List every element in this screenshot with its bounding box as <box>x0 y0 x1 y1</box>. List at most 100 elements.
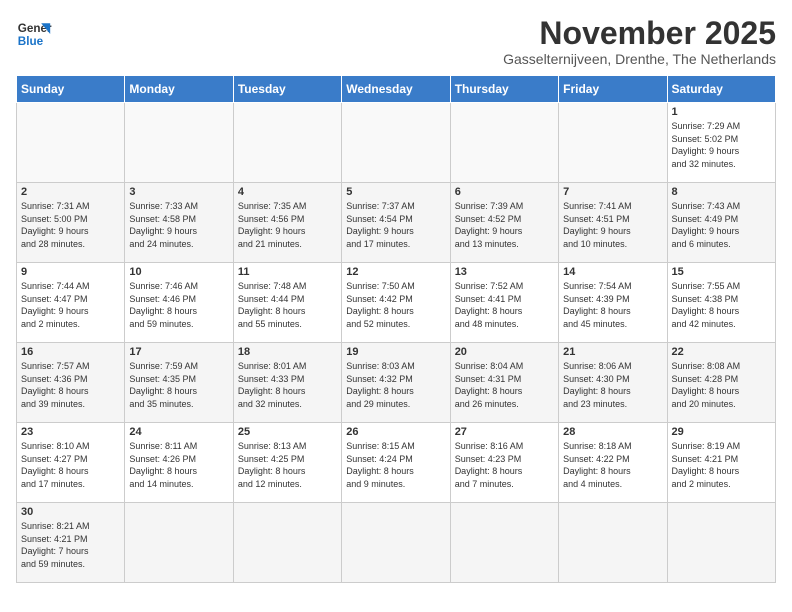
day-number: 4 <box>238 186 337 198</box>
day-info: Sunrise: 8:08 AM Sunset: 4:28 PM Dayligh… <box>672 360 771 410</box>
day-cell <box>125 503 233 583</box>
day-info: Sunrise: 8:18 AM Sunset: 4:22 PM Dayligh… <box>563 440 662 490</box>
day-info: Sunrise: 7:48 AM Sunset: 4:44 PM Dayligh… <box>238 280 337 330</box>
day-cell: 18Sunrise: 8:01 AM Sunset: 4:33 PM Dayli… <box>233 343 341 423</box>
day-cell: 8 Sunrise: 7:43 AM Sunset: 4:49 PM Daylig… <box>667 183 775 263</box>
week-row-2: 2 Sunrise: 7:31 AM Sunset: 5:00 PM Daylig… <box>17 183 776 263</box>
day-cell: 24 Sunrise: 8:11 AM Sunset: 4:26 PM Dayli… <box>125 423 233 503</box>
day-cell <box>450 503 558 583</box>
day-number: 29 <box>672 426 771 438</box>
day-info: Sunrise: 8:21 AM Sunset: 4:21 PM Dayligh… <box>21 520 120 570</box>
weekday-header-friday: Friday <box>559 76 667 103</box>
day-cell: 25 Sunrise: 8:13 AM Sunset: 4:25 PM Dayli… <box>233 423 341 503</box>
day-info: Sunrise: 7:41 AM Sunset: 4:51 PM Dayligh… <box>563 200 662 250</box>
day-number: 17 <box>129 346 228 358</box>
day-cell: 15 Sunrise: 7:55 AM Sunset: 4:38 PM Dayli… <box>667 263 775 343</box>
day-cell: 17 Sunrise: 7:59 AM Sunset: 4:35 PM Dayli… <box>125 343 233 423</box>
day-number: 25 <box>238 426 337 438</box>
day-cell: 20 Sunrise: 8:04 AM Sunset: 4:31 PM Dayli… <box>450 343 558 423</box>
day-number: 16 <box>21 346 120 358</box>
day-info: Sunrise: 8:16 AM Sunset: 4:23 PM Dayligh… <box>455 440 554 490</box>
week-row-3: 9Sunrise: 7:44 AM Sunset: 4:47 PM Daylig… <box>17 263 776 343</box>
day-cell <box>233 503 341 583</box>
day-cell: 14Sunrise: 7:54 AM Sunset: 4:39 PM Dayli… <box>559 263 667 343</box>
calendar-table: SundayMondayTuesdayWednesdayThursdayFrid… <box>16 75 776 583</box>
day-info: Sunrise: 7:33 AM Sunset: 4:58 PM Dayligh… <box>129 200 228 250</box>
day-number: 19 <box>346 346 445 358</box>
day-number: 1 <box>672 106 771 118</box>
day-number: 15 <box>672 266 771 278</box>
day-cell <box>125 103 233 183</box>
day-number: 22 <box>672 346 771 358</box>
day-cell: 29 Sunrise: 8:19 AM Sunset: 4:21 PM Dayli… <box>667 423 775 503</box>
day-number: 11 <box>238 266 337 278</box>
day-number: 7 <box>563 186 662 198</box>
day-cell <box>450 103 558 183</box>
month-title: November 2025 <box>503 16 776 51</box>
day-cell: 9Sunrise: 7:44 AM Sunset: 4:47 PM Daylig… <box>17 263 125 343</box>
day-info: Sunrise: 7:57 AM Sunset: 4:36 PM Dayligh… <box>21 360 120 410</box>
day-cell: 11 Sunrise: 7:48 AM Sunset: 4:44 PM Dayli… <box>233 263 341 343</box>
day-info: Sunrise: 8:13 AM Sunset: 4:25 PM Dayligh… <box>238 440 337 490</box>
day-info: Sunrise: 8:03 AM Sunset: 4:32 PM Dayligh… <box>346 360 445 410</box>
day-number: 10 <box>129 266 228 278</box>
weekday-header-tuesday: Tuesday <box>233 76 341 103</box>
day-info: Sunrise: 7:50 AM Sunset: 4:42 PM Dayligh… <box>346 280 445 330</box>
day-cell: 30 Sunrise: 8:21 AM Sunset: 4:21 PM Dayli… <box>17 503 125 583</box>
day-number: 9 <box>21 266 120 278</box>
day-info: Sunrise: 8:19 AM Sunset: 4:21 PM Dayligh… <box>672 440 771 490</box>
day-number: 24 <box>129 426 228 438</box>
day-number: 6 <box>455 186 554 198</box>
day-cell: 5 Sunrise: 7:37 AM Sunset: 4:54 PM Daylig… <box>342 183 450 263</box>
day-number: 27 <box>455 426 554 438</box>
day-number: 23 <box>21 426 120 438</box>
week-row-1: 1Sunrise: 7:29 AM Sunset: 5:02 PM Daylig… <box>17 103 776 183</box>
day-number: 21 <box>563 346 662 358</box>
subtitle: Gasselternijveen, Drenthe, The Netherlan… <box>503 51 776 67</box>
day-cell: 2 Sunrise: 7:31 AM Sunset: 5:00 PM Daylig… <box>17 183 125 263</box>
logo-icon: General Blue <box>16 16 52 52</box>
day-cell: 21Sunrise: 8:06 AM Sunset: 4:30 PM Dayli… <box>559 343 667 423</box>
week-row-4: 16 Sunrise: 7:57 AM Sunset: 4:36 PM Dayli… <box>17 343 776 423</box>
day-info: Sunrise: 8:15 AM Sunset: 4:24 PM Dayligh… <box>346 440 445 490</box>
day-cell: 4Sunrise: 7:35 AM Sunset: 4:56 PM Daylig… <box>233 183 341 263</box>
week-row-6: 30 Sunrise: 8:21 AM Sunset: 4:21 PM Dayli… <box>17 503 776 583</box>
weekday-header-saturday: Saturday <box>667 76 775 103</box>
day-cell <box>17 103 125 183</box>
day-cell: 6 Sunrise: 7:39 AM Sunset: 4:52 PM Daylig… <box>450 183 558 263</box>
day-cell: 28Sunrise: 8:18 AM Sunset: 4:22 PM Dayli… <box>559 423 667 503</box>
day-number: 20 <box>455 346 554 358</box>
day-cell <box>667 503 775 583</box>
day-number: 30 <box>21 506 120 518</box>
day-cell <box>233 103 341 183</box>
day-number: 5 <box>346 186 445 198</box>
day-info: Sunrise: 7:31 AM Sunset: 5:00 PM Dayligh… <box>21 200 120 250</box>
day-info: Sunrise: 7:43 AM Sunset: 4:49 PM Dayligh… <box>672 200 771 250</box>
day-cell: 13Sunrise: 7:52 AM Sunset: 4:41 PM Dayli… <box>450 263 558 343</box>
day-number: 18 <box>238 346 337 358</box>
day-cell: 1Sunrise: 7:29 AM Sunset: 5:02 PM Daylig… <box>667 103 775 183</box>
day-cell <box>559 503 667 583</box>
weekday-header-row: SundayMondayTuesdayWednesdayThursdayFrid… <box>17 76 776 103</box>
week-row-5: 23Sunrise: 8:10 AM Sunset: 4:27 PM Dayli… <box>17 423 776 503</box>
day-info: Sunrise: 8:11 AM Sunset: 4:26 PM Dayligh… <box>129 440 228 490</box>
day-cell: 7 Sunrise: 7:41 AM Sunset: 4:51 PM Daylig… <box>559 183 667 263</box>
logo: General Blue <box>16 16 52 52</box>
day-cell: 22 Sunrise: 8:08 AM Sunset: 4:28 PM Dayli… <box>667 343 775 423</box>
weekday-header-monday: Monday <box>125 76 233 103</box>
day-cell <box>559 103 667 183</box>
day-cell <box>342 503 450 583</box>
day-cell: 27 Sunrise: 8:16 AM Sunset: 4:23 PM Dayli… <box>450 423 558 503</box>
day-info: Sunrise: 7:39 AM Sunset: 4:52 PM Dayligh… <box>455 200 554 250</box>
page: General Blue November 2025 Gasselternijv… <box>0 0 792 599</box>
day-number: 2 <box>21 186 120 198</box>
day-info: Sunrise: 8:04 AM Sunset: 4:31 PM Dayligh… <box>455 360 554 410</box>
day-cell: 10Sunrise: 7:46 AM Sunset: 4:46 PM Dayli… <box>125 263 233 343</box>
day-info: Sunrise: 7:55 AM Sunset: 4:38 PM Dayligh… <box>672 280 771 330</box>
day-info: Sunrise: 7:59 AM Sunset: 4:35 PM Dayligh… <box>129 360 228 410</box>
day-info: Sunrise: 7:37 AM Sunset: 4:54 PM Dayligh… <box>346 200 445 250</box>
day-cell: 16 Sunrise: 7:57 AM Sunset: 4:36 PM Dayli… <box>17 343 125 423</box>
day-number: 13 <box>455 266 554 278</box>
weekday-header-thursday: Thursday <box>450 76 558 103</box>
day-number: 8 <box>672 186 771 198</box>
